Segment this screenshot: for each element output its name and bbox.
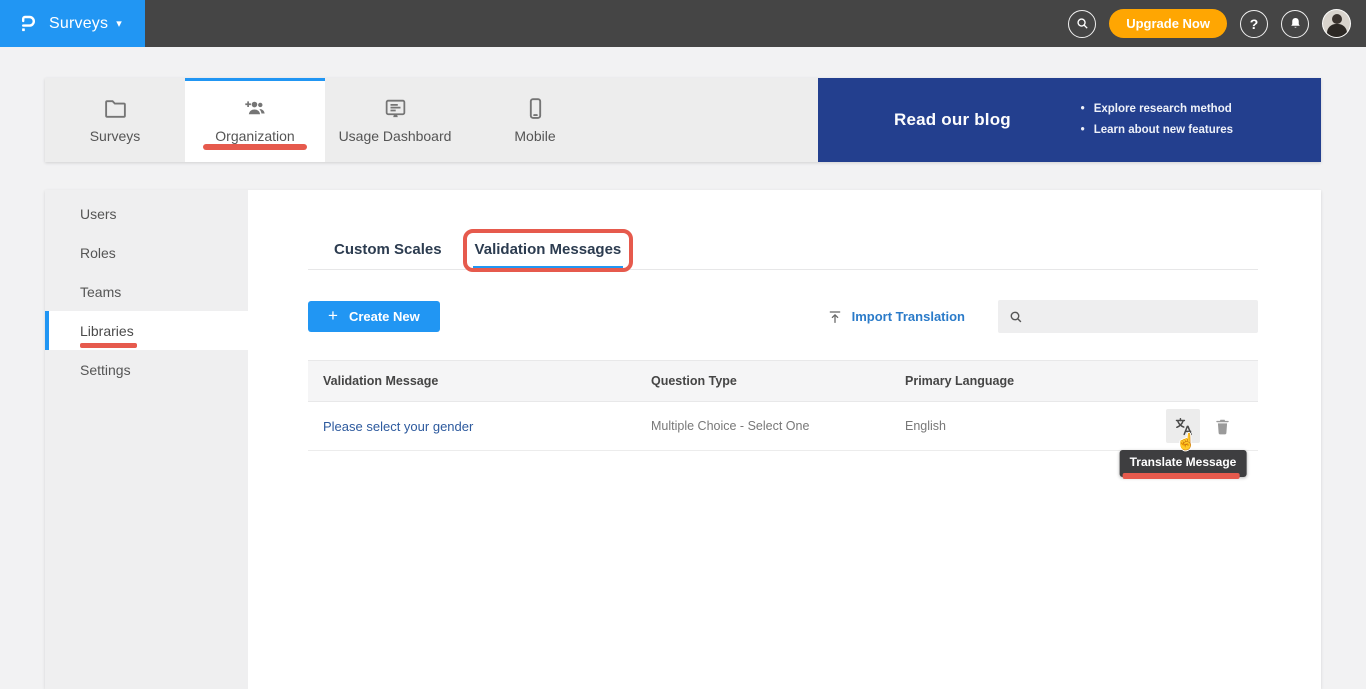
trash-icon	[1213, 417, 1232, 436]
plus-icon: +	[328, 307, 338, 324]
blog-banner-title: Read our blog	[894, 110, 1011, 130]
table-search-box	[998, 300, 1258, 333]
annotation-underline-tooltip	[1123, 473, 1240, 479]
organization-sidebar: Users Roles Teams Libraries Settings	[45, 190, 248, 689]
product-name: Surveys	[49, 15, 108, 33]
sidebar-item-settings[interactable]: Settings	[45, 350, 248, 389]
tab-custom-scales[interactable]: Custom Scales	[332, 234, 444, 269]
bullet-icon: •	[1081, 120, 1085, 141]
table-header-row: Validation Message Question Type Primary…	[308, 360, 1258, 402]
tab-label: Validation Messages	[475, 241, 622, 258]
validation-messages-table: Validation Message Question Type Primary…	[308, 360, 1258, 451]
sidebar-item-label: Roles	[80, 245, 116, 261]
sidebar-item-teams[interactable]: Teams	[45, 272, 248, 311]
chevron-down-icon: ▾	[116, 17, 122, 30]
sidebar-item-label: Settings	[80, 362, 131, 378]
validation-message-link[interactable]: Please select your gender	[323, 419, 473, 434]
annotation-underline-libraries	[80, 343, 137, 348]
toolbar-right: Import Translation	[827, 300, 1258, 333]
row-actions: ☝ Translate Message	[1128, 409, 1258, 443]
create-new-label: Create New	[349, 309, 420, 324]
help-button[interactable]: ?	[1240, 10, 1268, 38]
import-translation-link[interactable]: Import Translation	[827, 309, 965, 325]
nav-tab-label: Mobile	[514, 128, 555, 144]
nav-tab-surveys[interactable]: Surveys	[45, 78, 185, 162]
nav-tab-label: Usage Dashboard	[339, 128, 452, 144]
table-row: Please select your gender Multiple Choic…	[308, 402, 1258, 451]
nav-tab-usage-dashboard[interactable]: Usage Dashboard	[325, 78, 465, 162]
search-input[interactable]	[1032, 309, 1248, 324]
upgrade-now-button[interactable]: Upgrade Now	[1109, 9, 1227, 38]
translate-action-wrap: ☝ Translate Message	[1166, 409, 1200, 443]
sidebar-item-label: Libraries	[80, 323, 134, 339]
dashboard-icon	[383, 96, 408, 121]
mobile-icon	[523, 96, 548, 121]
validation-toolbar: + Create New Import Translation	[308, 300, 1258, 333]
create-new-button[interactable]: + Create New	[308, 301, 440, 332]
translate-message-button[interactable]	[1166, 409, 1200, 443]
questionpro-logo-icon	[16, 12, 40, 36]
column-header-validation-message: Validation Message	[308, 374, 651, 388]
search-icon	[1075, 16, 1090, 31]
search-button[interactable]	[1068, 10, 1096, 38]
topbar: Surveys ▾ Upgrade Now ?	[0, 0, 1366, 47]
column-header-question-type: Question Type	[651, 374, 905, 388]
blog-bullet-item: • Explore research method	[1081, 99, 1233, 120]
tab-validation-messages[interactable]: Validation Messages	[473, 234, 624, 269]
libraries-content: Custom Scales Validation Messages + Crea…	[248, 190, 1321, 689]
sidebar-item-roles[interactable]: Roles	[45, 233, 248, 272]
topbar-actions: Upgrade Now ?	[1068, 9, 1366, 38]
sidebar-item-libraries[interactable]: Libraries	[45, 311, 248, 350]
primary-nav-strip: Surveys Organization	[45, 78, 1321, 162]
bullet-icon: •	[1081, 99, 1085, 120]
notifications-button[interactable]	[1281, 10, 1309, 38]
search-icon	[1008, 309, 1024, 325]
nav-tab-label: Organization	[215, 128, 294, 144]
blog-bullet-text: Explore research method	[1094, 99, 1232, 120]
nav-tab-label: Surveys	[90, 128, 141, 144]
column-header-primary-language: Primary Language	[905, 374, 1128, 388]
blog-bullet-text: Learn about new features	[1094, 120, 1233, 141]
translate-tooltip: Translate Message	[1120, 450, 1247, 477]
import-translation-label: Import Translation	[852, 309, 965, 324]
sidebar-item-label: Teams	[80, 284, 121, 300]
organization-panel: Users Roles Teams Libraries Settings Cus…	[45, 190, 1321, 689]
sidebar-item-label: Users	[80, 206, 117, 222]
sidebar-item-users[interactable]: Users	[45, 194, 248, 233]
nav-tab-organization[interactable]: Organization	[185, 78, 325, 162]
nav-tab-mobile[interactable]: Mobile	[465, 78, 605, 162]
folder-icon	[103, 96, 128, 121]
blog-banner[interactable]: Read our blog • Explore research method …	[818, 78, 1321, 162]
library-tabs: Custom Scales Validation Messages	[308, 234, 1258, 270]
primary-nav-tabs: Surveys Organization	[45, 78, 605, 162]
blog-bullet-item: • Learn about new features	[1081, 120, 1233, 141]
question-type-cell: Multiple Choice - Select One	[651, 419, 905, 433]
product-switcher[interactable]: Surveys ▾	[0, 0, 145, 47]
user-avatar[interactable]	[1322, 9, 1351, 38]
translate-icon	[1173, 416, 1194, 437]
blog-banner-bullets: • Explore research method • Learn about …	[1081, 99, 1233, 141]
add-people-icon	[243, 96, 268, 121]
delete-message-button[interactable]	[1213, 417, 1232, 436]
upload-icon	[827, 309, 843, 325]
primary-language-cell: English	[905, 419, 1128, 433]
question-mark-icon: ?	[1250, 16, 1259, 32]
annotation-underline-organization	[203, 144, 307, 150]
bell-icon	[1288, 16, 1303, 31]
tooltip-label: Translate Message	[1130, 455, 1237, 469]
